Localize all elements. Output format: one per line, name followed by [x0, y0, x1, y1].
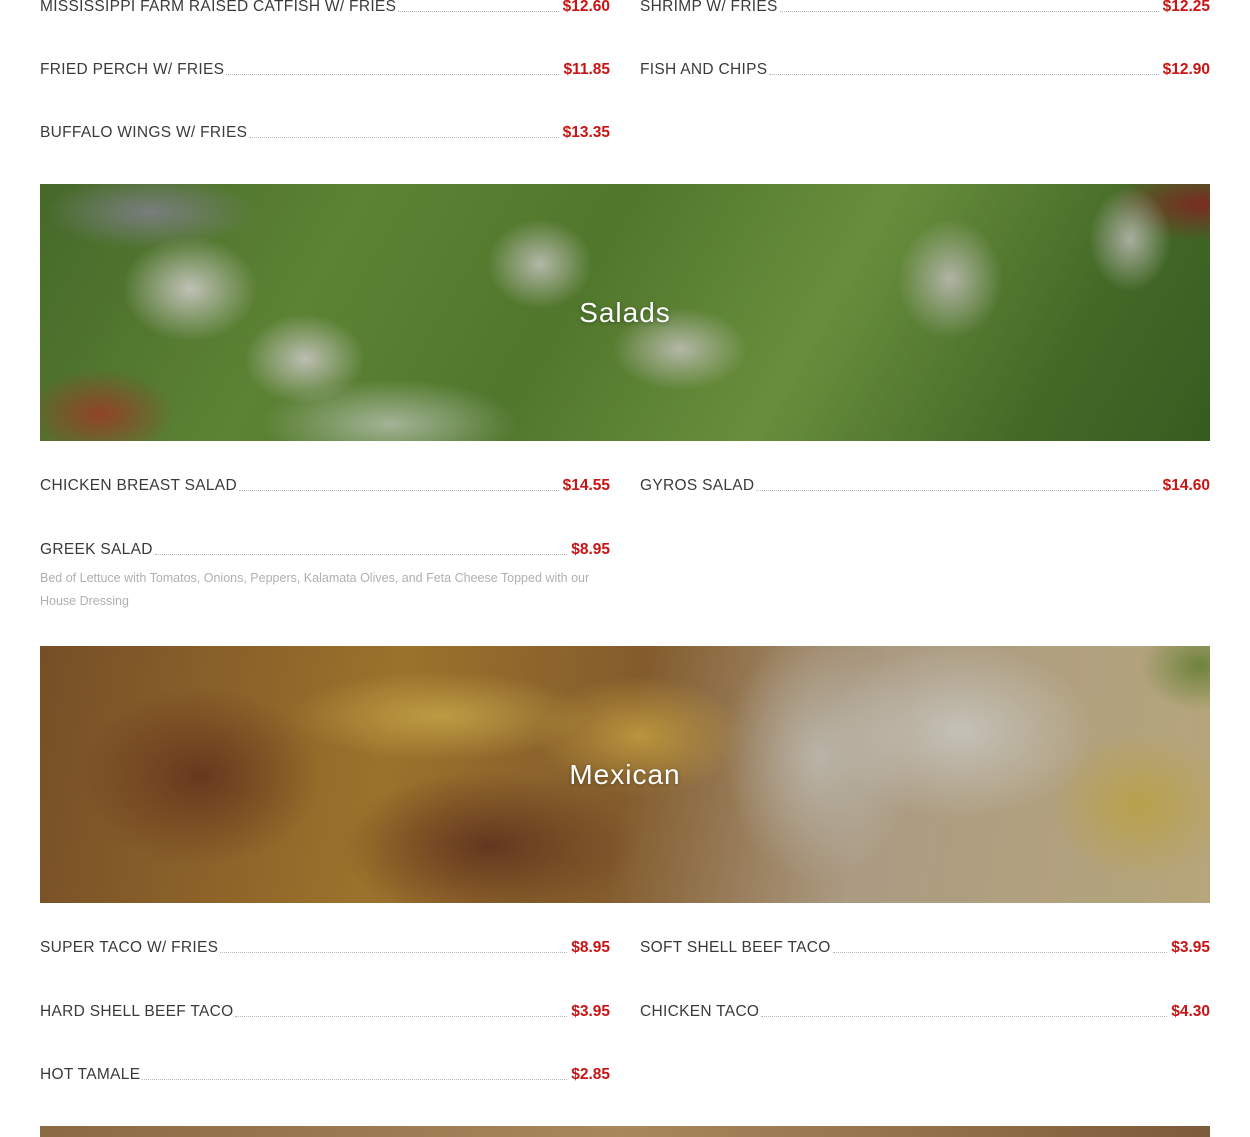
menu-item-price: $12.60 — [562, 0, 610, 15]
menu-item-name: SHRIMP W/ FRIES — [640, 0, 778, 15]
dot-leader — [761, 1015, 1168, 1017]
menu-item-price: $13.35 — [562, 124, 610, 141]
dot-leader — [398, 10, 559, 12]
menu-item: BUFFALO WINGS W/ FRIES $13.35 — [40, 118, 610, 142]
menu-item-price: $11.85 — [563, 61, 610, 78]
menu-item: SHRIMP W/ FRIES $12.25 — [640, 0, 1210, 16]
menu-item-price: $3.95 — [1171, 939, 1210, 956]
menu-item-name: CHICKEN TACO — [640, 1003, 760, 1020]
menu-item: HOT TAMALE $2.85 — [40, 1060, 610, 1084]
menu-item-name: FRIED PERCH W/ FRIES — [40, 61, 225, 78]
menu-item: GREEK SALAD $8.95 — [40, 535, 610, 559]
menu-item: CHICKEN BREAST SALAD $14.55 — [40, 471, 610, 495]
menu-item-name: MISSISSIPPI FARM RAISED CATFISH W/ FRIES — [40, 0, 397, 15]
menu-item-price: $14.55 — [562, 477, 610, 494]
menu-item-price: $2.85 — [571, 1066, 610, 1083]
menu-item: HARD SHELL BEEF TACO $3.95 — [40, 997, 610, 1021]
mexican-banner: Mexican — [40, 646, 1210, 903]
menu-item: SUPER TACO W/ FRIES $8.95 — [40, 933, 610, 957]
menu-item-name: SOFT SHELL BEEF TACO — [640, 939, 831, 956]
menu-item-price: $12.90 — [1162, 61, 1210, 78]
menu-item: FRIED PERCH W/ FRIES $11.85 — [40, 55, 610, 79]
menu-item-name: HOT TAMALE — [40, 1066, 141, 1083]
menu-item-name: BUFFALO WINGS W/ FRIES — [40, 124, 248, 141]
dot-leader — [142, 1078, 568, 1080]
menu-item: GYROS SALAD $14.60 — [640, 471, 1210, 495]
dot-leader — [154, 553, 568, 555]
menu-item: CHICKEN TACO $4.30 — [640, 997, 1210, 1021]
menu-item-price: $8.95 — [571, 939, 610, 956]
menu-item: SOFT SHELL BEEF TACO $3.95 — [640, 933, 1210, 957]
dot-leader — [238, 489, 559, 491]
dot-leader — [769, 73, 1159, 75]
menu-item-description: Bed of Lettuce with Tomatos, Onions, Pep… — [40, 571, 590, 608]
menu-item: MISSISSIPPI FARM RAISED CATFISH W/ FRIES… — [40, 0, 610, 16]
dot-leader — [756, 489, 1159, 491]
dot-leader — [779, 10, 1159, 12]
menu-item-name: HARD SHELL BEEF TACO — [40, 1003, 234, 1020]
menu-item-price: $14.60 — [1162, 477, 1210, 494]
dot-leader — [226, 73, 560, 75]
category-title: Mexican — [569, 758, 681, 790]
dot-leader — [235, 1015, 568, 1017]
dot-leader — [832, 951, 1168, 953]
dot-leader — [249, 136, 559, 138]
dot-leader — [220, 951, 568, 953]
menu-item: FISH AND CHIPS $12.90 — [640, 55, 1210, 79]
menu-item-name: SUPER TACO W/ FRIES — [40, 939, 219, 956]
category-title: Salads — [579, 296, 671, 328]
salads-banner: Salads — [40, 184, 1210, 441]
menu-item-price: $8.95 — [571, 541, 610, 558]
menu-item-name: CHICKEN BREAST SALAD — [40, 477, 237, 494]
next-category-banner — [40, 1126, 1210, 1137]
menu-item-name: GREEK SALAD — [40, 541, 153, 558]
menu-item-name: GYROS SALAD — [640, 477, 755, 494]
menu-item-price: $12.25 — [1162, 0, 1210, 15]
menu-item-price: $4.30 — [1171, 1003, 1210, 1020]
menu-item-price: $3.95 — [571, 1003, 610, 1020]
menu-item-name: FISH AND CHIPS — [640, 61, 768, 78]
